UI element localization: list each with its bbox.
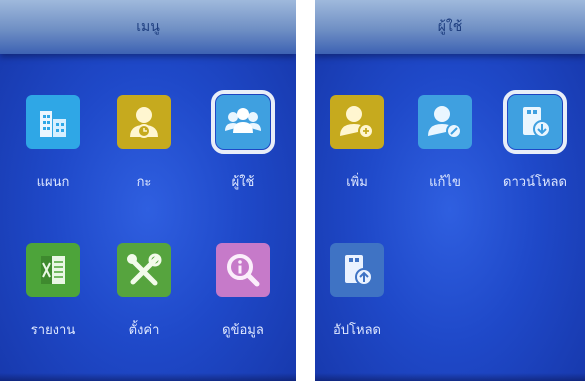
menu-item-label: ผู้ใช้ — [231, 175, 255, 190]
menu-item-users[interactable]: ผู้ใช้ — [198, 90, 288, 192]
menu-item-upload[interactable]: อัปโหลด — [315, 243, 402, 340]
menu-item-label: ดาวน์โหลด — [503, 175, 567, 190]
download-icon — [503, 90, 567, 154]
menu-item-report[interactable]: รายงาน — [8, 243, 98, 340]
info-magnifier-icon — [216, 243, 270, 297]
edit-user-icon — [418, 95, 472, 149]
users-group-icon — [211, 90, 275, 154]
menu-item-edit-user[interactable]: แก้ไข — [400, 95, 490, 192]
menu-item-label: รายงาน — [30, 323, 76, 338]
menu-item-label: เพิ่ม — [346, 175, 368, 190]
report-spreadsheet-icon — [26, 243, 80, 297]
menu-item-label: อัปโหลด — [332, 323, 382, 338]
bottom-shadow — [0, 373, 296, 381]
menu-item-view-info[interactable]: ดูข้อมูล — [198, 243, 288, 340]
menu-item-label: กะ — [136, 175, 152, 190]
title-bar: ผู้ใช้ — [315, 0, 585, 54]
upload-usb-icon — [330, 243, 384, 297]
menu-item-settings[interactable]: ตั้งค่า — [99, 243, 189, 340]
menu-item-department[interactable]: แผนก — [8, 95, 98, 192]
menu-item-add-user[interactable]: เพิ่ม — [315, 95, 402, 192]
users-screen: ผู้ใช้ เพิ่ม แก้ไข ดาวน์โหลด อัปโหลด — [315, 0, 585, 381]
menu-item-shift[interactable]: กะ — [99, 95, 189, 192]
menu-screen: เมนู แผนก กะ ผู้ใช้ รายงาน ตั้งค่า ดูข้อ… — [0, 0, 296, 381]
shift-person-clock-icon — [117, 95, 171, 149]
building-icon — [26, 95, 80, 149]
settings-tools-icon — [117, 243, 171, 297]
add-user-icon — [330, 95, 384, 149]
screen-title: เมนู — [136, 19, 160, 35]
screen-title: ผู้ใช้ — [437, 19, 463, 35]
title-bar: เมนู — [0, 0, 296, 54]
menu-item-label: แก้ไข — [429, 175, 461, 190]
menu-item-label: แผนก — [36, 175, 70, 190]
bottom-shadow — [315, 373, 585, 381]
menu-item-label: ดูข้อมูล — [222, 323, 264, 338]
menu-item-download[interactable]: ดาวน์โหลด — [490, 90, 580, 192]
menu-item-label: ตั้งค่า — [128, 323, 160, 338]
